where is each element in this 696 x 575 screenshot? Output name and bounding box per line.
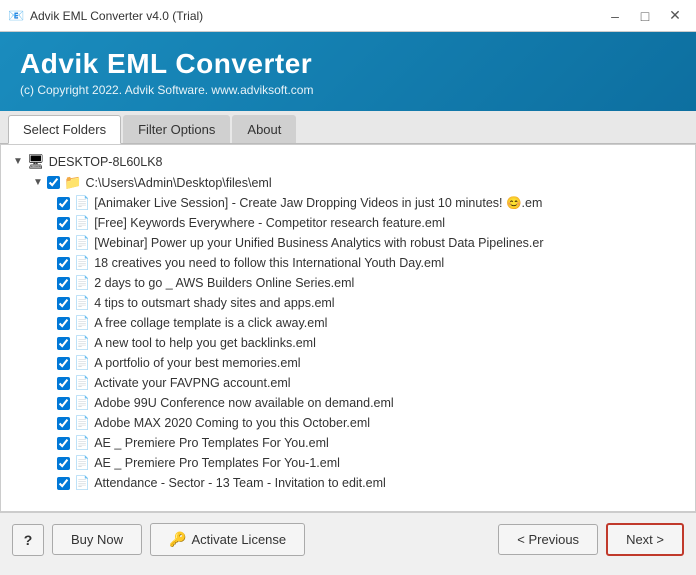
list-item[interactable]: 📄 18 creatives you need to follow this I…: [5, 253, 691, 273]
file-icon-13: 📄: [74, 455, 90, 471]
file-icon-10: 📄: [74, 395, 90, 411]
folder-icon: 📁: [64, 174, 81, 191]
folder-checkbox[interactable]: [47, 176, 60, 189]
file-label-7: A new tool to help you get backlinks.eml: [94, 336, 316, 350]
file-checkbox-10[interactable]: [57, 397, 70, 410]
file-icon-12: 📄: [74, 435, 90, 451]
file-label-8: A portfolio of your best memories.eml: [94, 356, 300, 370]
file-checkbox-6[interactable]: [57, 317, 70, 330]
list-item[interactable]: 📄 A free collage template is a click awa…: [5, 313, 691, 333]
file-checkbox-14[interactable]: [57, 477, 70, 490]
file-label-6: A free collage template is a click away.…: [94, 316, 327, 330]
file-checkbox-12[interactable]: [57, 437, 70, 450]
file-checkbox-1[interactable]: [57, 217, 70, 230]
list-item[interactable]: 📄 4 tips to outsmart shady sites and app…: [5, 293, 691, 313]
file-icon-3: 📄: [74, 255, 90, 271]
file-checkbox-3[interactable]: [57, 257, 70, 270]
file-label-13: AE _ Premiere Pro Templates For You-1.em…: [94, 456, 340, 470]
app-header: Advik EML Converter (c) Copyright 2022. …: [0, 32, 696, 111]
file-icon-8: 📄: [74, 355, 90, 371]
file-checkbox-7[interactable]: [57, 337, 70, 350]
file-checkbox-0[interactable]: [57, 197, 70, 210]
list-item[interactable]: 📄 AE _ Premiere Pro Templates For You-1.…: [5, 453, 691, 473]
folder-path: C:\Users\Admin\Desktop\files\eml: [85, 176, 271, 190]
file-icon-5: 📄: [74, 295, 90, 311]
list-item[interactable]: 📄 Adobe MAX 2020 Coming to you this Octo…: [5, 413, 691, 433]
file-icon-4: 📄: [74, 275, 90, 291]
tab-select-folders[interactable]: Select Folders: [8, 115, 121, 144]
file-icon-9: 📄: [74, 375, 90, 391]
previous-button[interactable]: < Previous: [498, 524, 598, 555]
file-label-4: 2 days to go _ AWS Builders Online Serie…: [94, 276, 354, 290]
file-label-12: AE _ Premiere Pro Templates For You.eml: [94, 436, 329, 450]
list-item[interactable]: 📄 Attendance - Sector - 13 Team - Invita…: [5, 473, 691, 493]
maximize-button[interactable]: □: [632, 6, 658, 26]
title-bar-controls: – □ ✕: [602, 6, 688, 26]
tree-folder[interactable]: ▼ 📁 C:\Users\Admin\Desktop\files\eml: [5, 172, 691, 193]
list-item[interactable]: 📄 2 days to go _ AWS Builders Online Ser…: [5, 273, 691, 293]
file-checkbox-8[interactable]: [57, 357, 70, 370]
tab-about[interactable]: About: [232, 115, 296, 143]
key-icon: 🔑: [169, 531, 186, 548]
file-label-9: Activate your FAVPNG account.eml: [94, 376, 290, 390]
close-button[interactable]: ✕: [662, 6, 688, 26]
file-checkbox-2[interactable]: [57, 237, 70, 250]
app-title: Advik EML Converter: [20, 48, 676, 80]
file-icon-2: 📄: [74, 235, 90, 251]
list-item[interactable]: 📄 Activate your FAVPNG account.eml: [5, 373, 691, 393]
file-icon-11: 📄: [74, 415, 90, 431]
footer-left: ? Buy Now 🔑 Activate License: [12, 523, 305, 556]
list-item[interactable]: 📄 A new tool to help you get backlinks.e…: [5, 333, 691, 353]
tab-filter-options[interactable]: Filter Options: [123, 115, 230, 143]
file-label-1: [Free] Keywords Everywhere - Competitor …: [94, 216, 445, 230]
file-label-3: 18 creatives you need to follow this Int…: [94, 256, 444, 270]
file-checkbox-11[interactable]: [57, 417, 70, 430]
main-content: ▼ 🖥 DESKTOP-8L60LK8 ▼ 📁 C:\Users\Admin\D…: [0, 144, 696, 512]
tree-view[interactable]: ▼ 🖥 DESKTOP-8L60LK8 ▼ 📁 C:\Users\Admin\D…: [1, 145, 695, 511]
file-checkbox-5[interactable]: [57, 297, 70, 310]
file-label-10: Adobe 99U Conference now available on de…: [94, 396, 394, 410]
file-icon-14: 📄: [74, 475, 90, 491]
list-item[interactable]: 📄 [Animaker Live Session] - Create Jaw D…: [5, 193, 691, 213]
expand-icon-root: ▼: [13, 156, 25, 167]
footer: ? Buy Now 🔑 Activate License < Previous …: [0, 512, 696, 566]
file-icon-7: 📄: [74, 335, 90, 351]
file-checkbox-9[interactable]: [57, 377, 70, 390]
file-label-14: Attendance - Sector - 13 Team - Invitati…: [94, 476, 386, 490]
activate-license-button[interactable]: 🔑 Activate License: [150, 523, 305, 556]
tree-root[interactable]: ▼ 🖥 DESKTOP-8L60LK8: [5, 151, 691, 172]
minimize-button[interactable]: –: [602, 6, 628, 26]
help-button[interactable]: ?: [12, 524, 44, 556]
expand-icon-folder: ▼: [33, 177, 45, 188]
file-label-11: Adobe MAX 2020 Coming to you this Octobe…: [94, 416, 370, 430]
computer-icon: 🖥: [27, 153, 45, 170]
file-icon-6: 📄: [74, 315, 90, 331]
app-icon: 📧: [8, 8, 24, 24]
list-item[interactable]: 📄 [Free] Keywords Everywhere - Competito…: [5, 213, 691, 233]
file-label-2: [Webinar] Power up your Unified Business…: [94, 236, 543, 250]
buy-now-button[interactable]: Buy Now: [52, 524, 142, 555]
footer-right: < Previous Next >: [498, 523, 684, 556]
list-item[interactable]: 📄 A portfolio of your best memories.eml: [5, 353, 691, 373]
file-icon-0: 📄: [74, 195, 90, 211]
next-button[interactable]: Next >: [606, 523, 684, 556]
file-checkbox-13[interactable]: [57, 457, 70, 470]
list-item[interactable]: 📄 AE _ Premiere Pro Templates For You.em…: [5, 433, 691, 453]
file-label-5: 4 tips to outsmart shady sites and apps.…: [94, 296, 334, 310]
list-item[interactable]: 📄 Adobe 99U Conference now available on …: [5, 393, 691, 413]
tab-bar: Select Folders Filter Options About: [0, 111, 696, 144]
list-item[interactable]: 📄 [Webinar] Power up your Unified Busine…: [5, 233, 691, 253]
root-label: DESKTOP-8L60LK8: [49, 155, 163, 169]
file-label-0: [Animaker Live Session] - Create Jaw Dro…: [94, 196, 542, 211]
file-checkbox-4[interactable]: [57, 277, 70, 290]
title-bar-text: Advik EML Converter v4.0 (Trial): [30, 9, 602, 23]
file-icon-1: 📄: [74, 215, 90, 231]
title-bar: 📧 Advik EML Converter v4.0 (Trial) – □ ✕: [0, 0, 696, 32]
app-subtitle: (c) Copyright 2022. Advik Software. www.…: [20, 83, 676, 97]
